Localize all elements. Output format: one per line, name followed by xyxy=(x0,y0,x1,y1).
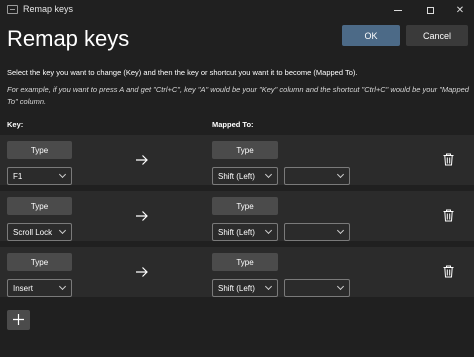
type-mapped-button[interactable]: Type xyxy=(212,197,278,215)
maximize-button[interactable] xyxy=(418,0,442,20)
chevron-down-icon xyxy=(336,282,345,291)
key-select[interactable]: F1 xyxy=(7,167,72,185)
header: Remap keys OK Cancel xyxy=(0,20,474,64)
minimize-icon xyxy=(394,9,402,11)
title-bar: Remap keys ✕ xyxy=(0,0,474,20)
remap-row: Type Scroll Lock Type Shift (Left) xyxy=(0,191,474,241)
mapped-key-select[interactable]: Shift (Left) xyxy=(212,279,278,297)
remap-row: Type F1 Type Shift (Left) xyxy=(0,135,474,185)
key-select[interactable]: Scroll Lock xyxy=(7,223,72,241)
column-header-key: Key: xyxy=(7,120,24,129)
mapped-key-select[interactable]: Shift (Left) xyxy=(212,223,278,241)
chevron-down-icon xyxy=(336,170,345,179)
column-header-mapped-to: Mapped To: xyxy=(212,120,254,129)
chevron-down-icon xyxy=(58,226,67,235)
type-mapped-button[interactable]: Type xyxy=(212,141,278,159)
mapped-key-select[interactable]: Shift (Left) xyxy=(212,167,278,185)
trash-icon[interactable] xyxy=(443,153,454,166)
chevron-down-icon xyxy=(264,170,273,179)
close-button[interactable]: ✕ xyxy=(448,0,472,20)
type-key-button[interactable]: Type xyxy=(7,141,72,159)
chevron-down-icon xyxy=(264,226,273,235)
type-mapped-button[interactable]: Type xyxy=(212,253,278,271)
add-remap-button[interactable] xyxy=(7,310,30,330)
plus-icon xyxy=(13,314,24,325)
trash-icon[interactable] xyxy=(443,209,454,222)
key-select-value: Insert xyxy=(13,284,34,293)
maximize-icon xyxy=(426,6,434,14)
mapped-key-select-value: Shift (Left) xyxy=(218,284,255,293)
key-select[interactable]: Insert xyxy=(7,279,72,297)
chevron-down-icon xyxy=(58,282,67,291)
key-select-value: Scroll Lock xyxy=(13,228,53,237)
mapped-key-select-2[interactable] xyxy=(284,223,350,241)
arrow-right-icon xyxy=(136,155,148,165)
mapped-key-select-2[interactable] xyxy=(284,279,350,297)
page-title: Remap keys xyxy=(7,26,130,51)
mapped-key-select-2[interactable] xyxy=(284,167,350,185)
type-key-button[interactable]: Type xyxy=(7,253,72,271)
mapped-key-select-value: Shift (Left) xyxy=(218,228,255,237)
window-title: Remap keys xyxy=(23,4,74,14)
type-key-button[interactable]: Type xyxy=(7,197,72,215)
arrow-right-icon xyxy=(136,211,148,221)
example-text: For example, if you want to press A and … xyxy=(7,85,469,106)
mapped-key-select-value: Shift (Left) xyxy=(218,172,255,181)
chevron-down-icon xyxy=(264,282,273,291)
app-icon xyxy=(7,5,18,14)
instruction-text: Select the key you want to change (Key) … xyxy=(7,68,358,77)
cancel-button[interactable]: Cancel xyxy=(406,25,468,46)
ok-button[interactable]: OK xyxy=(342,25,400,46)
chevron-down-icon xyxy=(58,170,67,179)
chevron-down-icon xyxy=(336,226,345,235)
arrow-right-icon xyxy=(136,267,148,277)
key-select-value: F1 xyxy=(13,172,23,181)
trash-icon[interactable] xyxy=(443,265,454,278)
remap-row: Type Insert Type Shift (Left) xyxy=(0,247,474,297)
minimize-button[interactable] xyxy=(386,0,410,20)
close-icon: ✕ xyxy=(455,4,465,16)
